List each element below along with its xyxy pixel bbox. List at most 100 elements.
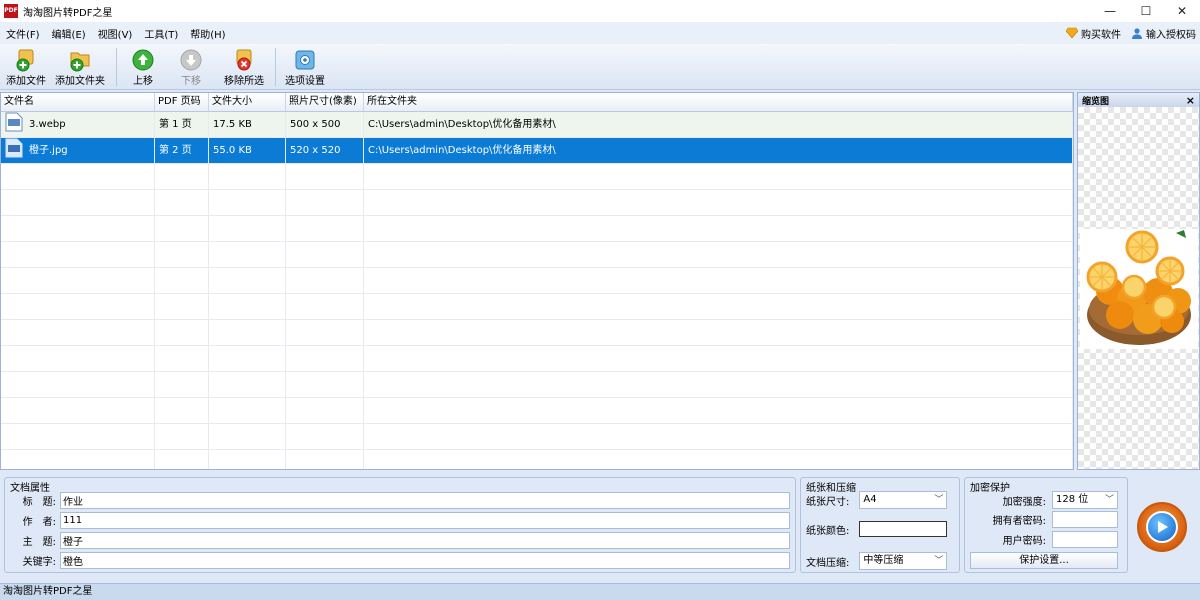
empty-row xyxy=(1,190,1073,216)
header-file-name[interactable]: 文件名 xyxy=(1,93,155,111)
user-password-label: 用户密码: xyxy=(1002,536,1046,547)
remove-icon xyxy=(236,49,252,71)
add-file-button[interactable]: 添加文件 xyxy=(2,44,50,88)
settings-icon xyxy=(295,50,315,70)
add-file-icon xyxy=(16,49,34,72)
table-row[interactable]: 橙子.jpg 第 2 页 55.0 KB 520 x 520 C:\Users\… xyxy=(1,138,1073,164)
encryption-strength-select[interactable]: 128 位 ﹀ xyxy=(1052,491,1118,509)
menu-file[interactable]: 文件(F) xyxy=(0,26,46,41)
chevron-down-icon: ﹀ xyxy=(934,495,944,505)
buy-software-link[interactable]: 购买软件 xyxy=(1066,26,1121,41)
toolbar: 添加文件 添加文件夹 上移 下移 移除所选 选项设置 xyxy=(0,44,1200,90)
subject-label: 主 题: xyxy=(22,537,56,548)
title-bar: PDF 淘淘图片转PDF之星 — ☐ ✕ xyxy=(0,0,1200,22)
title-field[interactable] xyxy=(60,492,790,509)
cell-file-name: 3.webp xyxy=(1,112,155,137)
empty-row xyxy=(1,268,1073,294)
image-file-icon xyxy=(5,138,23,158)
move-down-label: 下移 xyxy=(181,76,201,87)
empty-row xyxy=(1,294,1073,320)
compression-label: 文档压缩: xyxy=(806,557,850,569)
image-file-icon xyxy=(5,112,23,132)
app-logo-icon: PDF xyxy=(4,4,18,18)
header-folder[interactable]: 所在文件夹 xyxy=(364,93,1073,111)
thumbnail-panel: 缩览图 × xyxy=(1077,92,1200,470)
play-icon xyxy=(1146,511,1178,543)
cell-size: 17.5 KB xyxy=(209,112,286,137)
options-label: 选项设置 xyxy=(285,76,325,87)
header-file-size[interactable]: 文件大小 xyxy=(209,93,286,111)
toolbar-separator xyxy=(275,48,276,86)
enter-license-link[interactable]: 输入授权码 xyxy=(1131,26,1196,41)
subject-field[interactable] xyxy=(60,532,790,549)
keywords-field[interactable] xyxy=(60,552,790,569)
user-password-field[interactable] xyxy=(1052,531,1118,548)
cell-folder: C:\Users\admin\Desktop\优化备用素材\ xyxy=(364,138,1073,163)
menu-bar: 文件(F) 编辑(E) 视图(V) 工具(T) 帮助(H) 购买软件 输入授权码 xyxy=(0,22,1200,44)
menu-edit[interactable]: 编辑(E) xyxy=(46,26,92,41)
menu-help[interactable]: 帮助(H) xyxy=(184,26,231,41)
owner-password-field[interactable] xyxy=(1052,511,1118,528)
move-down-button[interactable]: 下移 xyxy=(163,44,219,88)
cell-page: 第 1 页 xyxy=(155,112,209,137)
header-pdf-page[interactable]: PDF 页码 xyxy=(155,93,209,111)
compression-select[interactable]: 中等压缩 ﹀ xyxy=(859,552,948,570)
owner-password-label: 拥有者密码: xyxy=(992,516,1046,527)
move-up-button[interactable]: 上移 xyxy=(123,44,163,88)
thumbnail-canvas xyxy=(1078,107,1199,469)
window-title: 淘淘图片转PDF之星 xyxy=(23,7,113,19)
thumbnail-close-button[interactable]: × xyxy=(1186,94,1195,107)
author-label: 作 者: xyxy=(22,517,56,528)
cell-folder: C:\Users\admin\Desktop\优化备用素材\ xyxy=(364,112,1073,137)
author-field[interactable] xyxy=(60,512,790,529)
maximize-button[interactable]: ☐ xyxy=(1128,0,1164,22)
status-bar: 淘淘图片转PDF之星 xyxy=(0,583,1200,600)
empty-row xyxy=(1,320,1073,346)
empty-row xyxy=(1,372,1073,398)
close-button[interactable]: ✕ xyxy=(1164,0,1200,22)
protection-settings-button[interactable]: 保护设置... xyxy=(970,552,1118,569)
empty-row xyxy=(1,450,1073,469)
thumbnail-panel-header: 缩览图 × xyxy=(1078,93,1199,107)
add-folder-label: 添加文件夹 xyxy=(55,76,105,87)
menu-tools[interactable]: 工具(T) xyxy=(138,26,184,41)
buy-software-label: 购买软件 xyxy=(1081,29,1121,41)
enter-license-label: 输入授权码 xyxy=(1146,29,1196,41)
chevron-down-icon: ﹀ xyxy=(1104,495,1114,505)
empty-row xyxy=(1,346,1073,372)
empty-row xyxy=(1,242,1073,268)
remove-selected-button[interactable]: 移除所选 xyxy=(219,44,269,88)
empty-row xyxy=(1,398,1073,424)
start-convert-button[interactable] xyxy=(1137,502,1187,552)
menu-view[interactable]: 视图(V) xyxy=(92,26,139,41)
add-folder-icon xyxy=(70,52,90,72)
options-button[interactable]: 选项设置 xyxy=(282,44,328,88)
arrow-down-icon xyxy=(180,49,202,71)
diamond-icon xyxy=(1066,27,1078,39)
paper-color-swatch[interactable] xyxy=(859,521,948,537)
encryption-strength-value: 128 位 xyxy=(1056,494,1089,505)
empty-row xyxy=(1,164,1073,190)
orange-thumbnail-image xyxy=(1080,229,1198,349)
file-name: 橙子.jpg xyxy=(29,145,68,156)
paper-color-label: 纸张颜色: xyxy=(806,525,850,537)
empty-row xyxy=(1,424,1073,450)
header-dimensions[interactable]: 照片尺寸(像素) xyxy=(286,93,364,111)
remove-selected-label: 移除所选 xyxy=(224,76,264,87)
add-file-label: 添加文件 xyxy=(6,76,46,87)
minimize-button[interactable]: — xyxy=(1092,0,1128,22)
compression-value: 中等压缩 xyxy=(863,555,904,566)
cell-page: 第 2 页 xyxy=(155,138,209,163)
file-name: 3.webp xyxy=(29,119,66,130)
add-folder-button[interactable]: 添加文件夹 xyxy=(50,44,110,88)
paper-size-value: A4 xyxy=(863,494,877,505)
chevron-down-icon: ﹀ xyxy=(934,556,944,566)
toolbar-separator xyxy=(116,48,117,86)
cell-dimensions: 520 x 520 xyxy=(286,138,364,163)
paper-size-label: 纸张尺寸: xyxy=(806,496,850,508)
cell-dimensions: 500 x 500 xyxy=(286,112,364,137)
table-row[interactable]: 3.webp 第 1 页 17.5 KB 500 x 500 C:\Users\… xyxy=(1,112,1073,138)
paper-size-select[interactable]: A4 ﹀ xyxy=(859,491,948,509)
empty-row xyxy=(1,216,1073,242)
menu-right: 购买软件 输入授权码 xyxy=(1066,22,1196,44)
